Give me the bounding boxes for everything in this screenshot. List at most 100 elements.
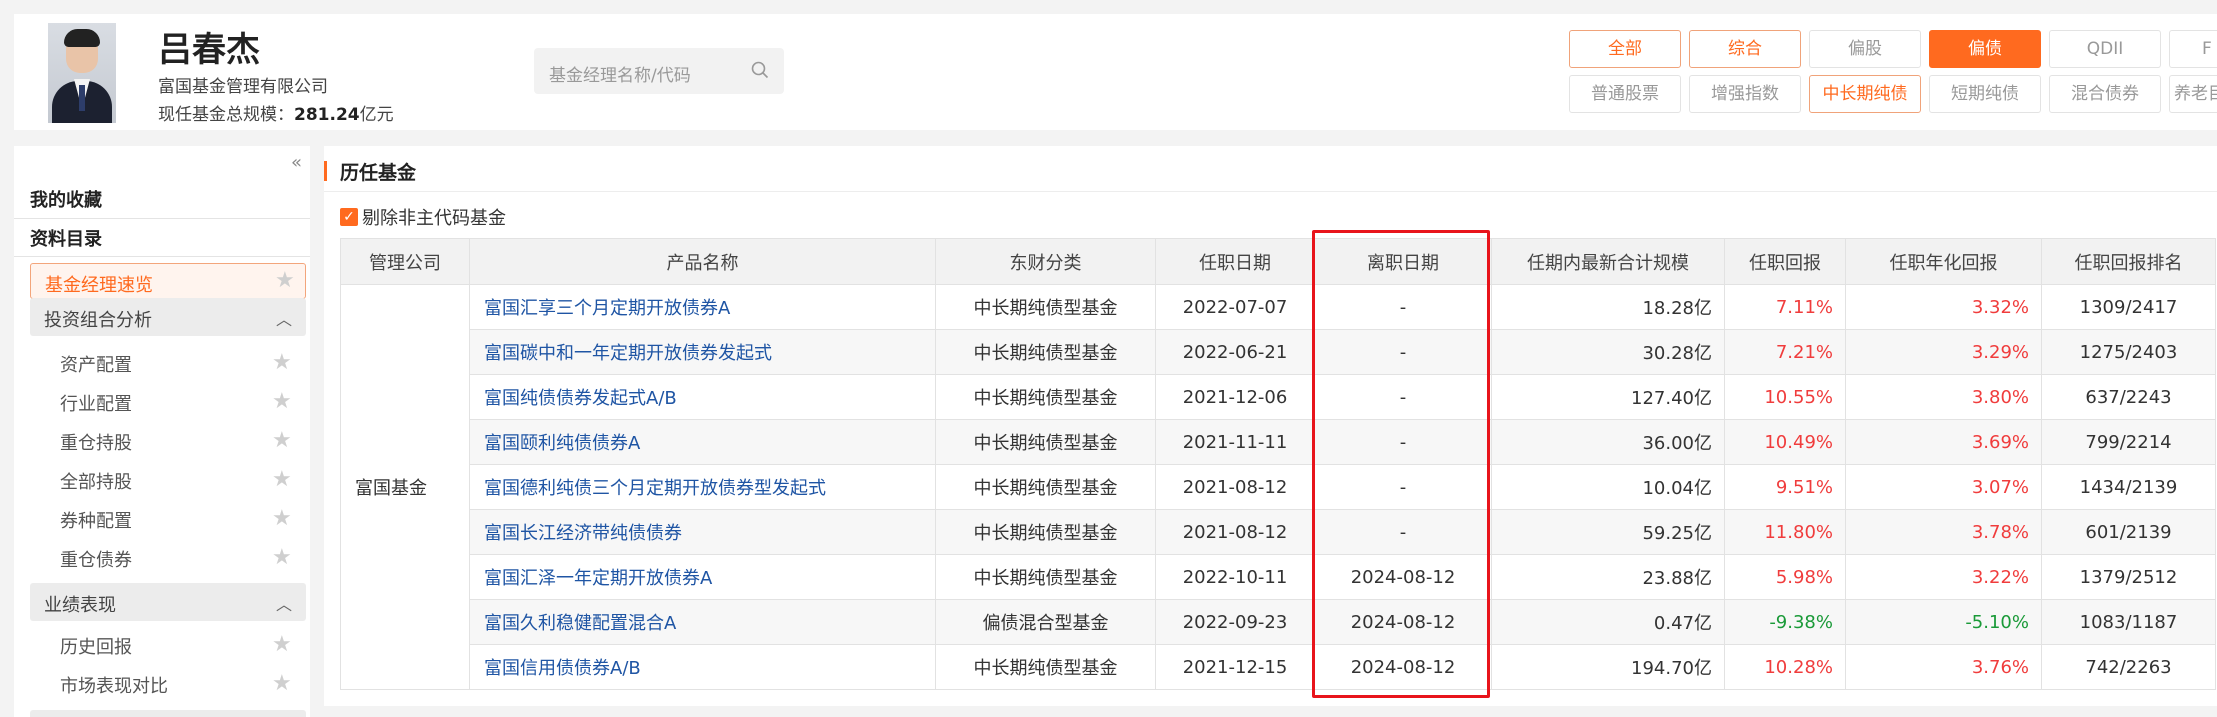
annualized-return: 3.07%	[1845, 464, 2042, 510]
fund-scale: 0.47亿	[1491, 599, 1725, 645]
sidebar-item-manager-overview[interactable]: 基金经理速览 ★	[30, 263, 306, 299]
fund-scale: 23.88亿	[1491, 554, 1725, 600]
fund-name-link[interactable]: 富国长江经济带纯债债券	[469, 509, 936, 555]
managed-funds-table: 管理公司 产品名称 东财分类 任职日期 离职日期 任期内最新合计规模 任职回报 …	[340, 238, 2216, 690]
start-date: 2022-10-11	[1155, 554, 1315, 600]
filter-enhanced-index[interactable]: 增强指数	[1689, 75, 1801, 113]
filter-long-pure-bond[interactable]: 中长期纯债	[1809, 75, 1921, 113]
catalog-title: 资料目录	[30, 229, 102, 250]
fund-name-link[interactable]: 富国汇享三个月定期开放债券A	[469, 284, 936, 330]
scale-unit: 亿元	[359, 105, 394, 125]
fund-category: 中长期纯债型基金	[935, 509, 1156, 555]
fund-name-link[interactable]: 富国纯债债券发起式A/B	[469, 374, 936, 420]
group-portfolio-analysis[interactable]: 投资组合分析 ︿	[30, 298, 306, 336]
tenure-return: 7.21%	[1724, 329, 1846, 375]
filter-bond-biased[interactable]: 偏债	[1929, 30, 2041, 68]
divider	[324, 191, 2217, 192]
table-row: 富国德利纯债三个月定期开放债券型发起式 中长期纯债型基金 2021-08-12-10…	[341, 464, 2216, 510]
exclude-non-main-checkbox[interactable]: ✓	[340, 208, 358, 226]
fund-name-link[interactable]: 富国碳中和一年定期开放债券发起式	[469, 329, 936, 375]
manager-photo	[48, 23, 116, 123]
fund-category: 偏债混合型基金	[935, 599, 1156, 645]
sidebar-item-historical-return[interactable]: 历史回报	[60, 633, 132, 659]
manager-name: 吕春杰	[158, 30, 260, 70]
fund-category: 中长期纯债型基金	[935, 284, 1156, 330]
tenure-return: 10.28%	[1724, 644, 1846, 690]
col-header-start-date[interactable]: 任职日期	[1155, 238, 1315, 285]
table-row: 富国信用债债券A/B 中长期纯债型基金 2021-12-15 2024-08-12 19…	[341, 644, 2216, 690]
star-icon[interactable]: ★	[272, 673, 294, 695]
filter-common-stock[interactable]: 普通股票	[1569, 75, 1681, 113]
star-icon[interactable]: ★	[272, 391, 294, 413]
filter-qdii[interactable]: QDII	[2049, 30, 2161, 68]
fund-name-link[interactable]: 富国信用债债券A/B	[469, 644, 936, 690]
col-header-scale[interactable]: 任期内最新合计规模	[1491, 238, 1725, 285]
col-header-end-date[interactable]: 离职日期	[1314, 238, 1492, 285]
col-header-annual-return[interactable]: 任职年化回报	[1845, 238, 2042, 285]
filter-f[interactable]: F	[2169, 30, 2217, 68]
group-label: 业绩表现	[44, 595, 116, 616]
filter-short-pure-bond[interactable]: 短期纯债	[1929, 75, 2041, 113]
annualized-return: 3.80%	[1845, 374, 2042, 420]
fund-scale: 36.00亿	[1491, 419, 1725, 465]
sidebar-item-top-bonds[interactable]: 重仓债券	[60, 546, 132, 572]
sidebar-item-industry-allocation[interactable]: 行业配置	[60, 390, 132, 416]
divider	[14, 256, 310, 257]
collapse-sidebar-icon[interactable]: «	[291, 152, 302, 173]
fund-name-link[interactable]: 富国汇泽一年定期开放债券A	[469, 554, 936, 600]
fund-name-link[interactable]: 富国久利稳健配置混合A	[469, 599, 936, 645]
fund-scale: 18.28亿	[1491, 284, 1725, 330]
end-date: -	[1314, 329, 1492, 375]
group-performance[interactable]: 业绩表现 ︿	[30, 583, 306, 621]
table-row: 富国久利稳健配置混合A 偏债混合型基金 2022-09-23 2024-08-12 0.…	[341, 599, 2216, 645]
chevron-up-icon: ︿	[275, 310, 292, 329]
manager-company: 富国基金管理有限公司	[158, 77, 328, 97]
end-date: 2024-08-12	[1314, 644, 1492, 690]
annualized-return: 3.32%	[1845, 284, 2042, 330]
star-icon[interactable]: ★	[272, 430, 294, 452]
filter-mixed-bond[interactable]: 混合债券	[2049, 75, 2161, 113]
fund-name-link[interactable]: 富国德利纯债三个月定期开放债券型发起式	[469, 464, 936, 510]
star-icon[interactable]: ★	[272, 469, 294, 491]
search-icon[interactable]	[750, 60, 770, 80]
fund-scale: 30.28亿	[1491, 329, 1725, 375]
col-header-rank[interactable]: 任职回报排名	[2041, 238, 2216, 285]
group-next[interactable]	[30, 710, 306, 717]
table-row: 富国基金 富国汇享三个月定期开放债券A 中长期纯债型基金 2022-07-07-18.…	[340, 284, 2216, 690]
filter-pension[interactable]: 养老目	[2169, 75, 2217, 113]
favorites-title[interactable]: 我的收藏	[30, 186, 102, 212]
return-rank: 799/2214	[2041, 419, 2216, 465]
tenure-return: 7.11%	[1724, 284, 1846, 330]
manager-total-scale: 现任基金总规模：281.24亿元	[158, 100, 394, 125]
start-date: 2021-11-11	[1155, 419, 1315, 465]
sidebar-item-top-holdings[interactable]: 重仓持股	[60, 429, 132, 455]
star-icon[interactable]: ★	[272, 508, 294, 530]
search-input[interactable]: 基金经理名称/代码	[534, 48, 784, 94]
return-rank: 742/2263	[2041, 644, 2216, 690]
col-header-return[interactable]: 任职回报	[1724, 238, 1846, 285]
filter-comprehensive[interactable]: 综合	[1689, 30, 1801, 68]
filter-all[interactable]: 全部	[1569, 30, 1681, 68]
sidebar-item-asset-allocation[interactable]: 资产配置	[60, 351, 132, 377]
star-icon[interactable]: ★	[272, 352, 294, 374]
checkbox-label[interactable]: 剔除非主代码基金	[362, 204, 506, 230]
table-header-row: 管理公司 产品名称 东财分类 任职日期 离职日期 任期内最新合计规模 任职回报 …	[340, 238, 2216, 285]
col-header-product: 产品名称	[469, 238, 936, 285]
fund-name-link[interactable]: 富国颐利纯债债券A	[469, 419, 936, 465]
filter-equity-biased[interactable]: 偏股	[1809, 30, 1921, 68]
sidebar-item-market-comparison[interactable]: 市场表现对比	[60, 672, 168, 698]
tenure-return: 11.80%	[1724, 509, 1846, 555]
return-rank: 637/2243	[2041, 374, 2216, 420]
sidebar-item-all-holdings[interactable]: 全部持股	[60, 468, 132, 494]
sidebar-item-bond-types[interactable]: 券种配置	[60, 507, 132, 533]
tenure-return: 9.51%	[1724, 464, 1846, 510]
star-icon[interactable]: ★	[275, 270, 297, 292]
star-icon[interactable]: ★	[272, 634, 294, 656]
annualized-return: 3.78%	[1845, 509, 2042, 555]
tenure-return: 10.55%	[1724, 374, 1846, 420]
start-date: 2021-12-06	[1155, 374, 1315, 420]
star-icon[interactable]: ★	[272, 547, 294, 569]
tenure-return: 10.49%	[1724, 419, 1846, 465]
start-date: 2021-08-12	[1155, 509, 1315, 555]
end-date: -	[1314, 284, 1492, 330]
